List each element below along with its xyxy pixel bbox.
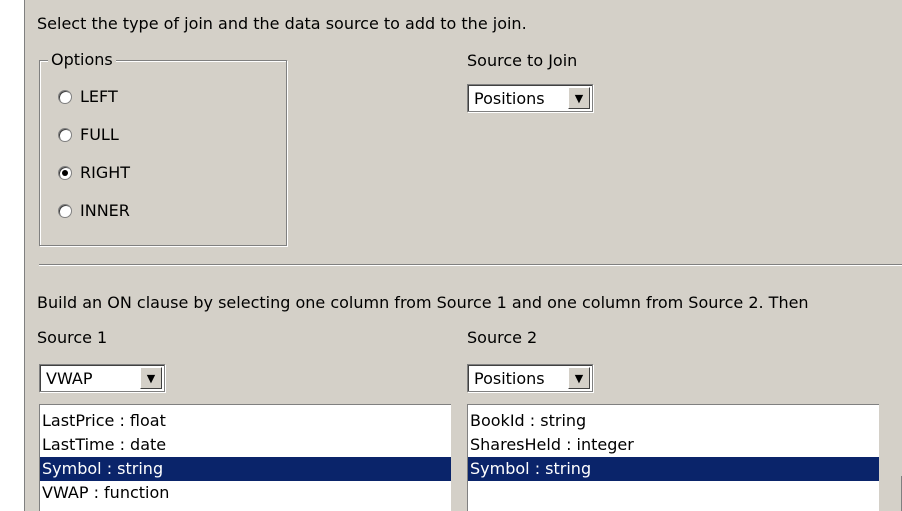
chevron-down-icon[interactable]: ▼ <box>140 367 162 389</box>
radio-left[interactable]: LEFT <box>58 87 118 106</box>
radio-left-button[interactable] <box>58 89 72 104</box>
section-divider <box>39 264 902 266</box>
source-to-join-value: Positions <box>474 88 545 108</box>
radio-right-label: RIGHT <box>80 163 131 182</box>
radio-right-button[interactable] <box>58 165 72 180</box>
chevron-down-icon[interactable]: ▼ <box>568 87 590 109</box>
source1-dropdown[interactable]: VWAP ▼ <box>39 364 165 392</box>
radio-full[interactable]: FULL <box>58 125 119 144</box>
source2-dropdown[interactable]: Positions ▼ <box>467 364 593 392</box>
list-item[interactable]: VWAP : function <box>40 481 451 505</box>
source2-column-list[interactable]: BookId : string SharesHeld : integer Sym… <box>467 404 879 511</box>
chevron-down-icon[interactable]: ▼ <box>568 367 590 389</box>
list-item[interactable]: LastTime : date <box>40 433 451 457</box>
join-instruction: Select the type of join and the data sou… <box>37 14 527 33</box>
options-groupbox: Options LEFT FULL RIGHT INNER <box>39 50 287 246</box>
source1-value: VWAP <box>46 368 93 388</box>
on-clause-instruction: Build an ON clause by selecting one colu… <box>37 293 809 312</box>
radio-inner-button[interactable] <box>58 203 72 218</box>
source-to-join-label: Source to Join <box>467 51 578 70</box>
source1-column-list[interactable]: LastPrice : float LastTime : date Symbol… <box>39 404 451 511</box>
list-item-selected[interactable]: Symbol : string <box>468 457 879 481</box>
source2-value: Positions <box>474 368 545 388</box>
list-item[interactable]: BookId : string <box>468 409 879 433</box>
source2-label: Source 2 <box>467 328 538 347</box>
list-item[interactable]: SharesHeld : integer <box>468 433 879 457</box>
radio-left-label: LEFT <box>80 87 118 106</box>
radio-full-label: FULL <box>80 125 119 144</box>
radio-inner[interactable]: INNER <box>58 201 130 220</box>
source-to-join-dropdown[interactable]: Positions ▼ <box>467 84 593 112</box>
radio-inner-label: INNER <box>80 201 130 220</box>
options-legend: Options <box>48 50 116 69</box>
list-item[interactable]: LastPrice : float <box>40 409 451 433</box>
list-item-selected[interactable]: Symbol : string <box>40 457 451 481</box>
radio-right[interactable]: RIGHT <box>58 163 130 182</box>
radio-full-button[interactable] <box>58 127 72 142</box>
source1-label: Source 1 <box>37 328 108 347</box>
join-dialog: Select the type of join and the data sou… <box>24 0 902 511</box>
